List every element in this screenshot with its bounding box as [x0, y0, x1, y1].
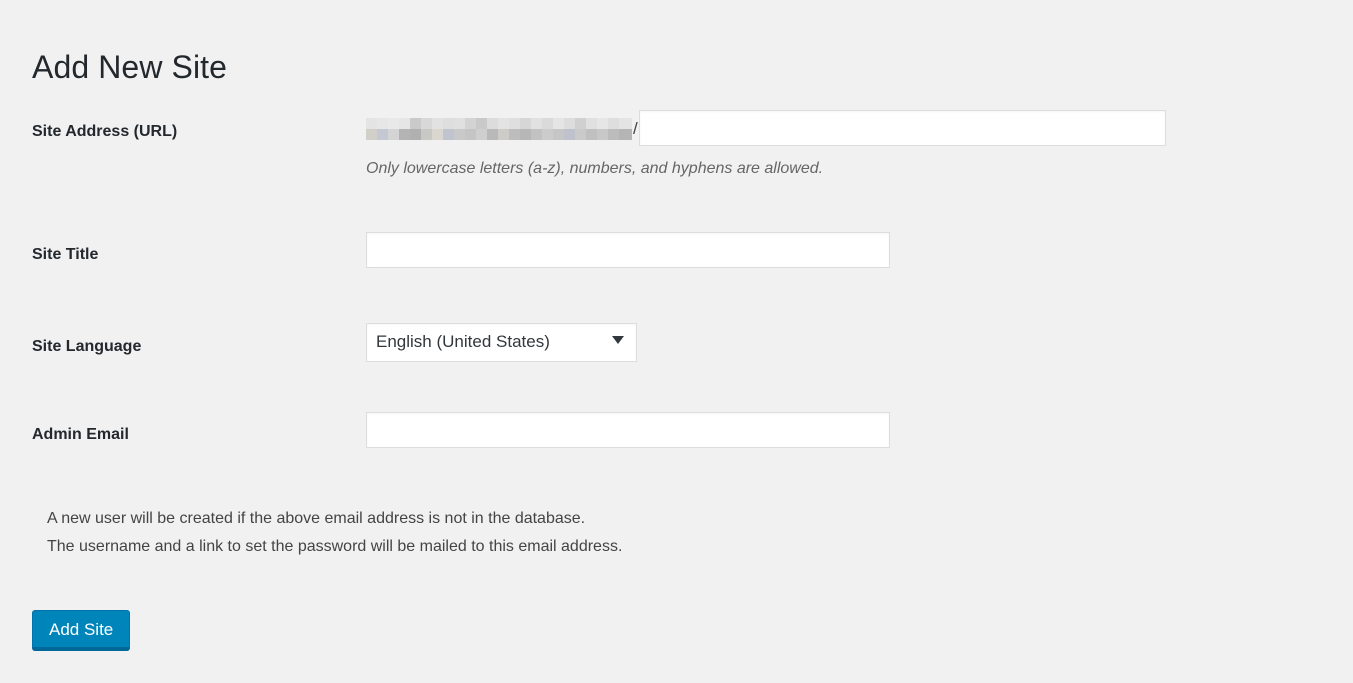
site-address-description: Only lowercase letters (a-z), numbers, a… — [366, 160, 824, 177]
url-path-separator: / — [633, 118, 638, 138]
chevron-down-icon — [612, 336, 624, 344]
site-title-input[interactable] — [366, 232, 890, 268]
site-language-selected-value: English (United States) — [376, 332, 550, 351]
admin-email-label: Admin Email — [32, 426, 129, 443]
site-address-input-group: / — [366, 108, 1166, 148]
admin-email-input[interactable] — [366, 412, 890, 448]
page-title: Add New Site — [32, 49, 228, 86]
site-language-select[interactable]: English (United States) — [366, 323, 637, 362]
form-note-line-1: A new user will be created if the above … — [47, 510, 586, 527]
site-address-label: Site Address (URL) — [32, 123, 178, 140]
site-address-input[interactable] — [638, 110, 1166, 146]
page-container: Add New Site Site Address (URL) / Only l… — [0, 0, 1353, 683]
site-address-field-area: / — [366, 108, 1166, 148]
site-language-field-area: English (United States) — [366, 323, 637, 367]
admin-email-field-area — [366, 412, 890, 448]
form-notes: A new user will be created if the above … — [47, 505, 622, 561]
form-note-line-2: The username and a link to set the passw… — [47, 538, 623, 555]
site-title-field-area — [366, 232, 890, 268]
redacted-domain-prefix — [366, 118, 632, 140]
add-site-button[interactable]: Add Site — [32, 610, 131, 650]
site-title-label: Site Title — [32, 246, 99, 263]
site-language-label: Site Language — [32, 338, 142, 355]
